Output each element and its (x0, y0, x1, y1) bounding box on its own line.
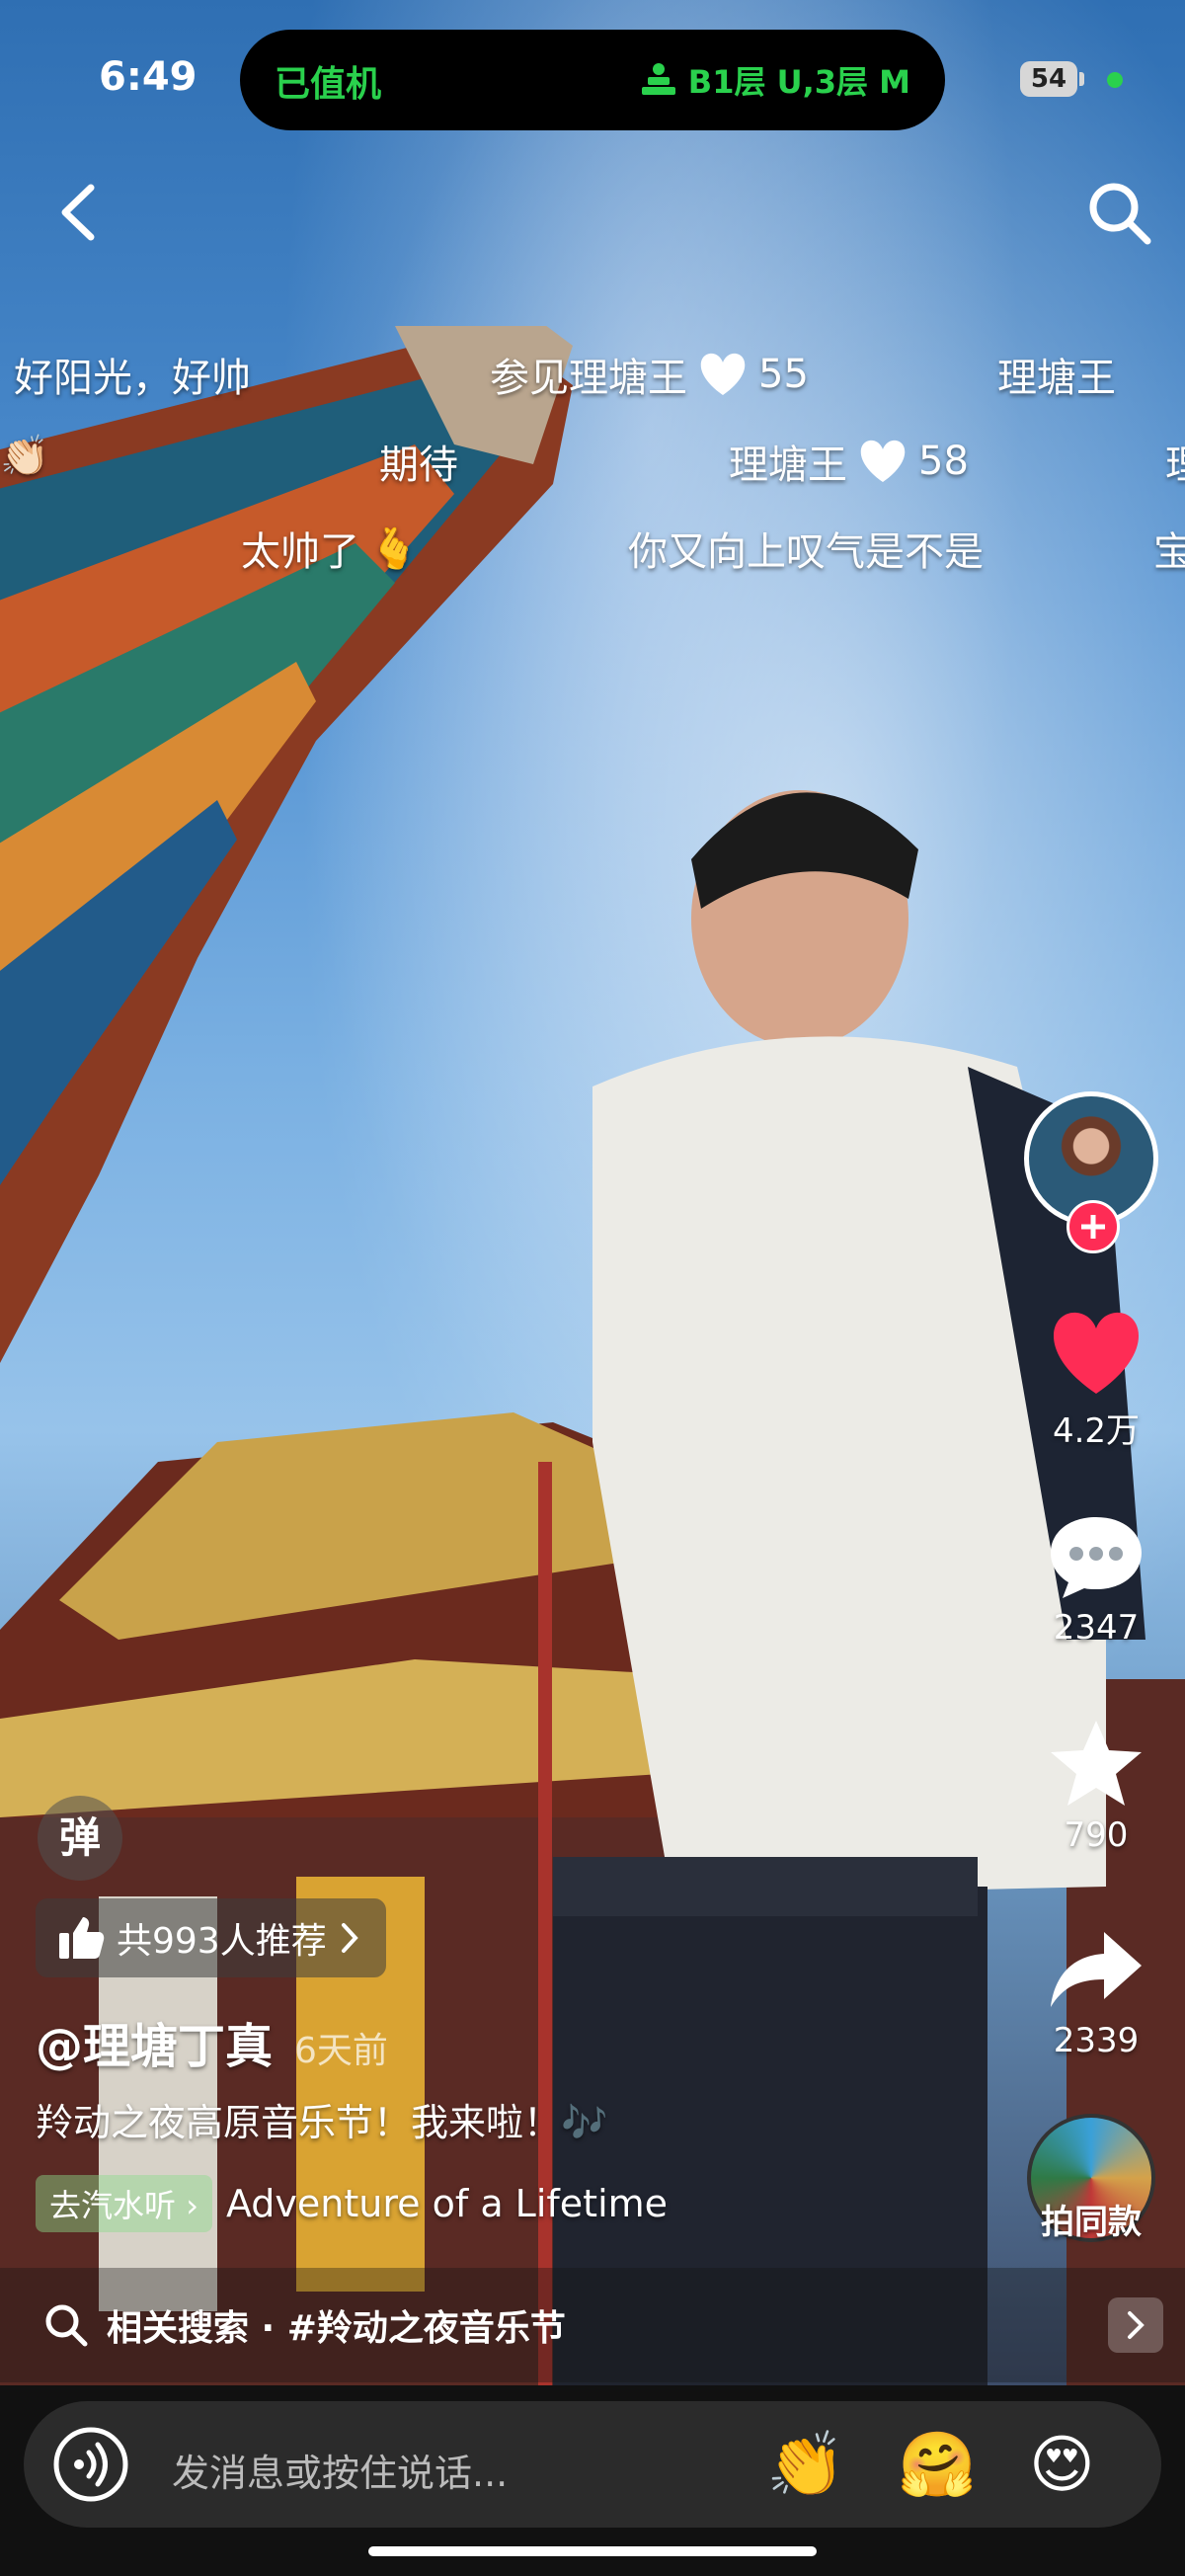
clapping-emoji-icon[interactable]: 👏 (766, 2431, 845, 2500)
music-title: Adventure of a Lifetime (225, 2182, 669, 2225)
status-time: 6:49 (99, 54, 198, 100)
music-row[interactable]: 去汽水听 › Adventure of a Lifetime (36, 2175, 668, 2232)
search-icon (1089, 183, 1151, 245)
danmaku-toggle-button[interactable]: 弹 (38, 1796, 122, 1881)
danmaku-item[interactable]: 宝 (1153, 520, 1185, 577)
home-indicator[interactable] (368, 2546, 817, 2556)
danmaku-text: 参见理塘王 (490, 356, 687, 401)
recommend-text: 共993人推荐 (117, 1921, 327, 1962)
danmaku-text: 宝 (1153, 529, 1185, 575)
favorite-count: 790 (1064, 1815, 1129, 1855)
post-time: 6天前 (294, 2031, 388, 2071)
danmaku-item[interactable]: 参见理塘王 55 (490, 346, 809, 403)
danmaku-item[interactable]: 你又向上叹气是不是 (628, 520, 984, 577)
heart-icon (1053, 1312, 1140, 1394)
favorite-button[interactable]: 790 (1022, 1719, 1170, 1855)
danmaku-item[interactable]: 太帅了 🫰 (241, 520, 419, 577)
status-bar: 6:49 已值机 B1层 U,3层 M 54 (0, 0, 1185, 158)
music-badge-text: 去汽水听 (49, 2187, 177, 2224)
danmaku-likes: 58 (918, 439, 969, 484)
danmaku-text: 你又向上叹气是不是 (628, 529, 984, 575)
related-search-bar[interactable]: 相关搜索 · #羚动之夜音乐节 (0, 2268, 1185, 2382)
like-button[interactable]: 4.2万 (1022, 1309, 1170, 1452)
same-music-label[interactable]: 拍同款 (1027, 2195, 1155, 2243)
back-arrow-icon (61, 184, 95, 241)
author-name[interactable]: @理塘丁真 (36, 2007, 273, 2076)
hugging-emoji-icon[interactable]: 🤗 (898, 2431, 977, 2500)
danmaku-text: 理塘王 (729, 443, 847, 488)
danmaku-likes: 55 (758, 352, 809, 397)
gate-info-text: B1层 U,3层 M (687, 63, 910, 101)
thumbs-up-icon (59, 1917, 105, 1959)
share-arrow-icon (1051, 1932, 1142, 2007)
related-search-arrow[interactable] (1108, 2297, 1163, 2353)
bottom-input-area: 发消息或按住说话... 👏 🤗 😍 (0, 2385, 1185, 2576)
gate-info: B1层 U,3层 M (639, 57, 910, 103)
danmaku-text: 理 (1165, 433, 1185, 490)
like-count: 4.2万 (1052, 1411, 1141, 1451)
finger-heart-emoji-icon: 🫰 (369, 525, 419, 572)
temple-eaves-image (0, 326, 573, 1363)
star-icon (1051, 1721, 1142, 1806)
comment-button[interactable]: 2347 (1022, 1511, 1170, 1648)
comment-icon (1051, 1517, 1142, 1598)
clapping-emoji-icon: 👏🏻 (0, 434, 49, 479)
share-count: 2339 (1053, 2021, 1140, 2060)
danmaku-item[interactable]: 理塘王 (997, 346, 1116, 403)
share-button[interactable]: 2339 (1022, 1926, 1170, 2060)
danmaku-text: 期待 (379, 443, 458, 488)
music-badge[interactable]: 去汽水听 › (36, 2175, 212, 2232)
seat-icon (641, 63, 675, 95)
comment-count: 2347 (1053, 1608, 1140, 1648)
danmaku-item[interactable]: 期待 (379, 433, 458, 490)
related-search-text: 相关搜索 · #羚动之夜音乐节 (107, 2308, 566, 2349)
danmaku-text: 太帅了 (241, 529, 359, 575)
battery-indicator: 54 (1020, 61, 1084, 97)
recommend-chip[interactable]: 共993人推荐 (36, 1898, 386, 1977)
video-caption[interactable]: 羚动之夜高原音乐节！我来啦！🎶 (36, 2092, 607, 2146)
heart-icon (700, 353, 746, 395)
heart-eyes-emoji-icon[interactable]: 😍 (1029, 2431, 1095, 2500)
message-input-bar[interactable]: 发消息或按住说话... 👏 🤗 😍 (24, 2401, 1161, 2528)
checkin-status: 已值机 (275, 64, 382, 105)
chevron-right-icon: › (186, 2187, 198, 2224)
dynamic-island[interactable]: 已值机 B1层 U,3层 M (240, 30, 945, 130)
search-button[interactable] (1084, 178, 1155, 249)
danmaku-item[interactable]: 👏🏻 (0, 433, 49, 479)
danmaku-text: 理塘王 (997, 356, 1116, 401)
danmaku-text: 好阳光，好帅 (14, 356, 251, 401)
voice-icon[interactable] (51, 2425, 130, 2504)
danmaku-item[interactable]: 理塘王 58 (729, 433, 969, 490)
chevron-right-icon (341, 1923, 358, 1953)
message-input[interactable]: 发消息或按住说话... (172, 2443, 508, 2497)
video-screen: 6:49 已值机 B1层 U,3层 M 54 好阳光，好帅 参见理塘王 55 理… (0, 0, 1185, 2576)
danmaku-item[interactable]: 理 (1165, 433, 1185, 490)
danmaku-item[interactable]: 好阳光，好帅 (14, 346, 251, 403)
camera-indicator-dot (1107, 72, 1123, 88)
chevron-right-icon (1128, 2311, 1145, 2339)
follow-button[interactable] (1066, 1200, 1120, 1253)
heart-icon (860, 440, 906, 482)
back-button[interactable] (51, 178, 111, 247)
search-icon (45, 2304, 88, 2347)
author-row: @理塘丁真 6天前 (36, 2007, 388, 2076)
